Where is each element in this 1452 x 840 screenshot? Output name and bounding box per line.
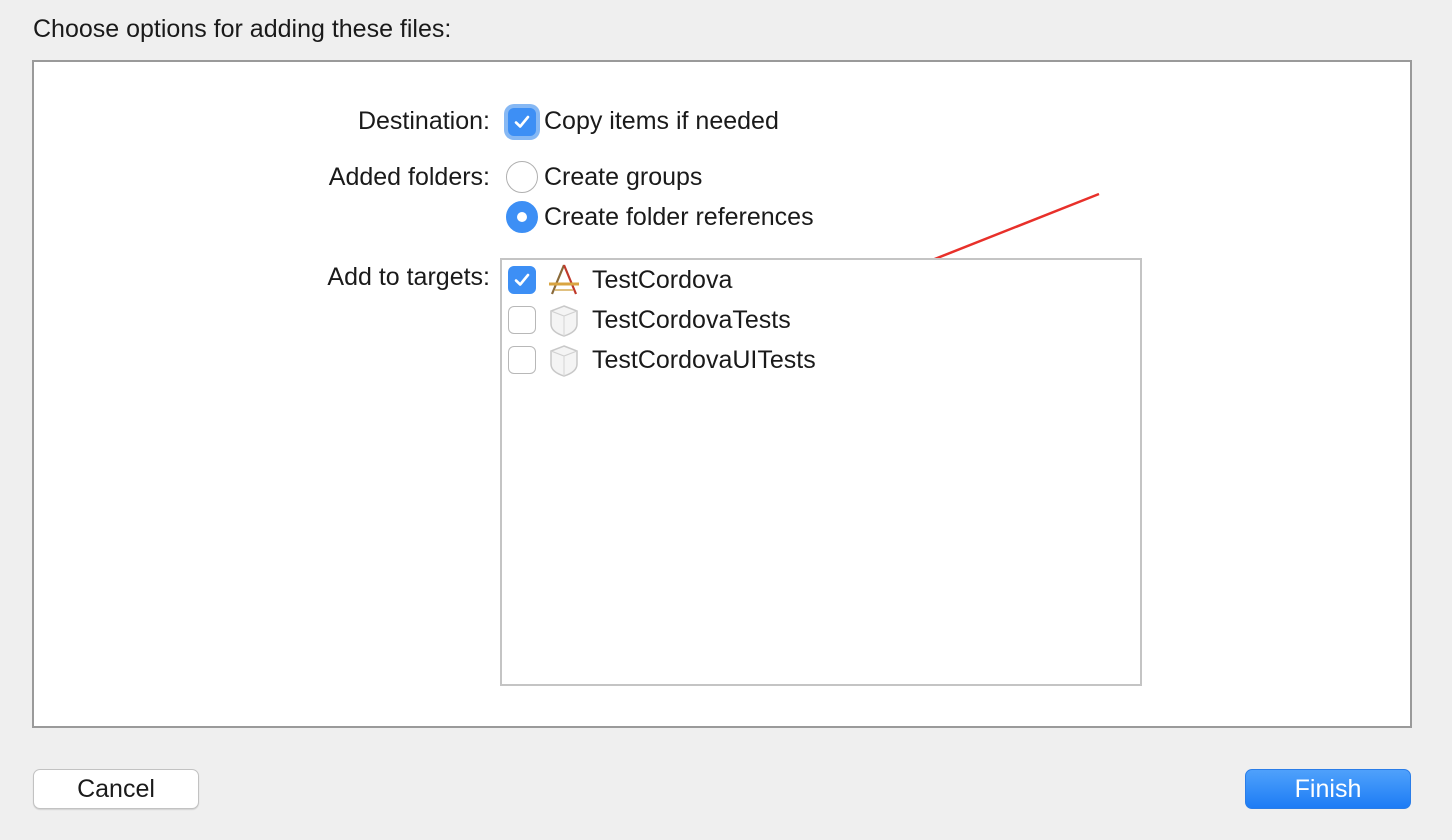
target-row-testcordovatests[interactable]: TestCordovaTests [502,300,1140,340]
target-name: TestCordovaUITests [592,346,816,374]
target-checkbox-testcordovauitests[interactable] [508,346,536,374]
copy-items-checkbox[interactable] [508,108,536,136]
destination-label: Destination: [357,107,490,135]
test-bundle-icon [550,305,578,337]
target-checkbox-testcordova[interactable] [508,266,536,294]
radio-dot [517,212,527,222]
target-checkbox-testcordovatests[interactable] [508,306,536,334]
add-to-targets-label: Add to targets: [327,263,490,291]
target-name: TestCordovaTests [592,306,791,334]
options-panel: Destination: Copy items if needed Added … [32,60,1412,728]
create-groups-radio[interactable] [506,161,538,193]
app-target-icon [549,264,579,295]
cancel-button[interactable]: Cancel [33,769,199,809]
finish-button[interactable]: Finish [1245,769,1411,809]
target-name: TestCordova [592,266,733,294]
test-bundle-icon [550,345,578,377]
create-groups-label[interactable]: Create groups [544,162,702,192]
target-row-testcordova[interactable]: TestCordova [502,260,1140,300]
create-folder-references-label[interactable]: Create folder references [544,202,814,232]
added-folders-label: Added folders: [328,163,490,191]
checkmark-icon [514,273,530,286]
checkmark-icon [514,115,530,128]
create-folder-references-radio[interactable] [506,201,538,233]
targets-list[interactable]: TestCordova TestCordovaTests TestCordova… [500,258,1142,686]
copy-items-label[interactable]: Copy items if needed [544,106,779,136]
target-row-testcordovauitests[interactable]: TestCordovaUITests [502,340,1140,380]
dialog-title: Choose options for adding these files: [33,15,452,43]
